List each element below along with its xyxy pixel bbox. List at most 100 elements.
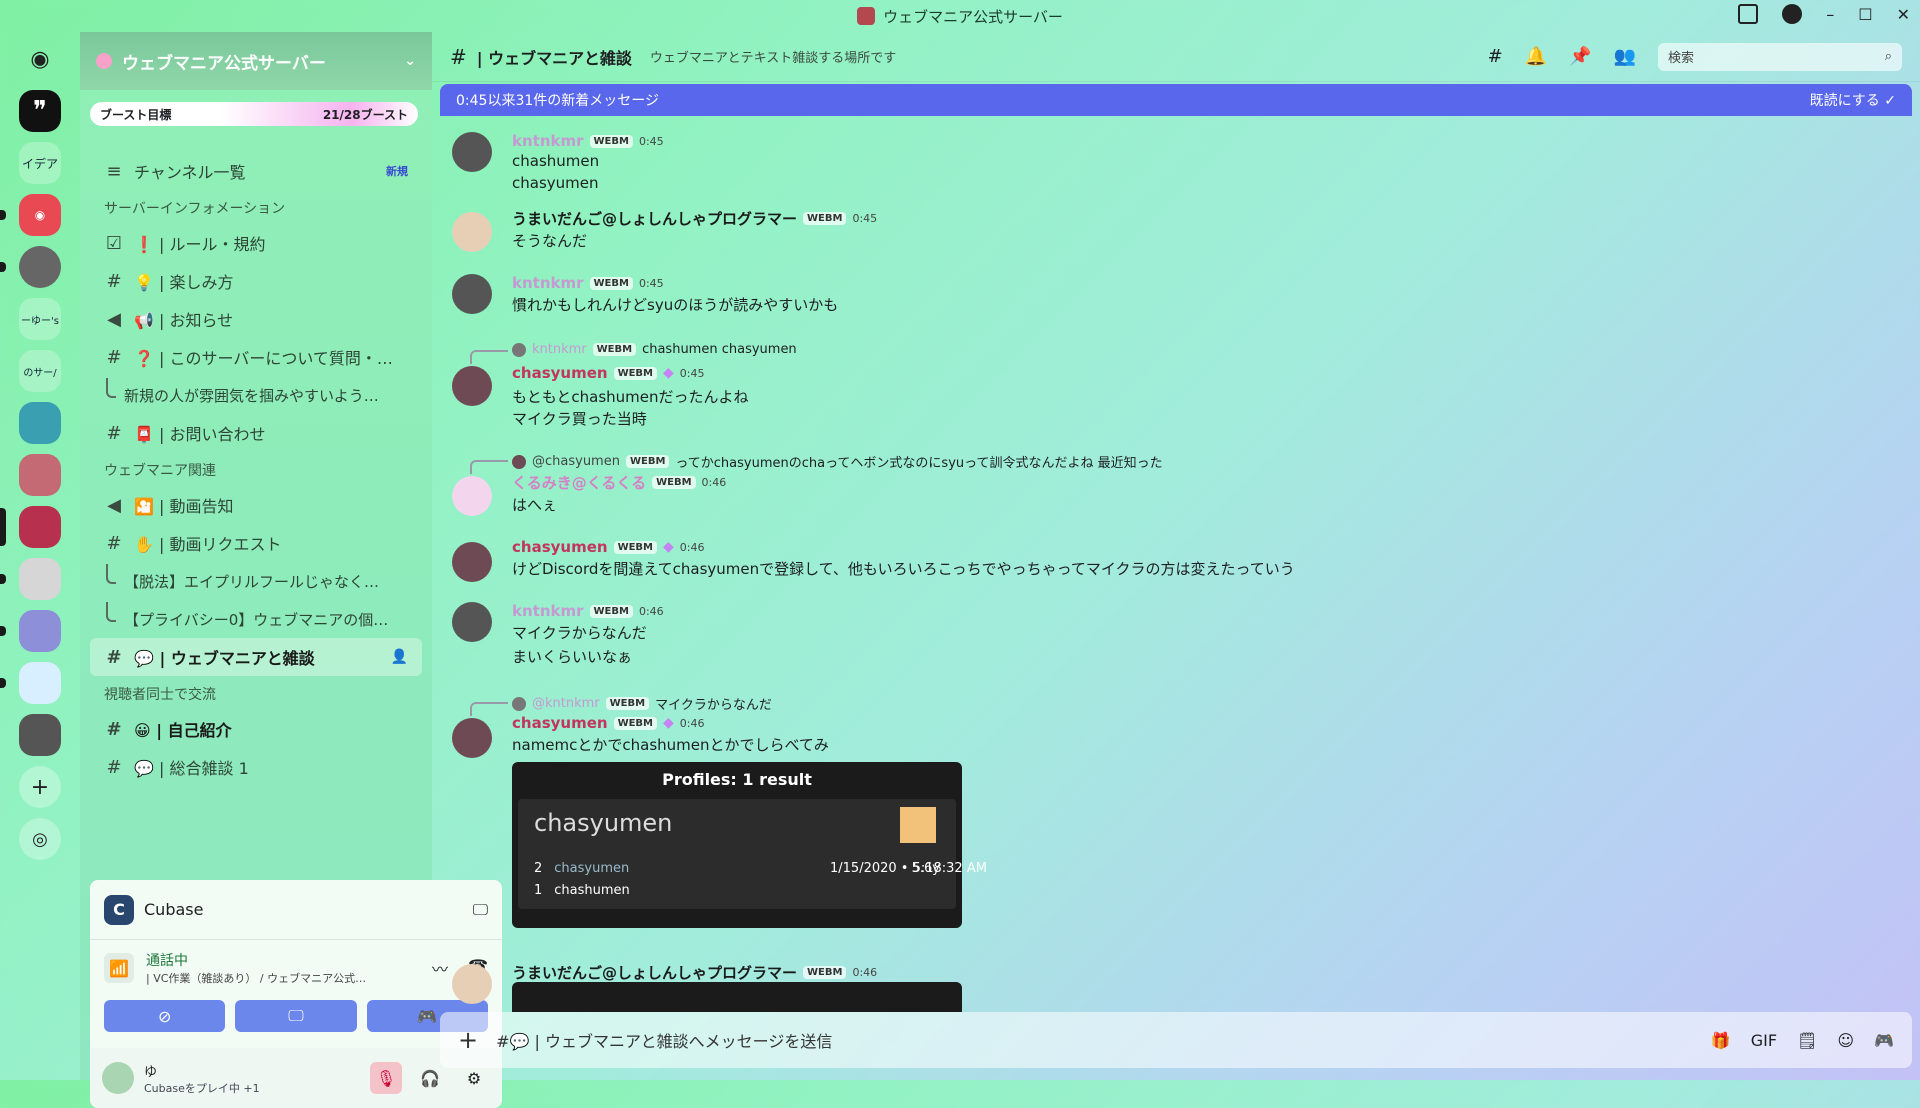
hash-icon: # [106,718,122,740]
category-viewers[interactable]: 視聴者同士で交流 [80,676,432,710]
server-header[interactable]: ウェブマニア公式サーバー ⌄ [80,32,432,90]
category-info[interactable]: サーバーインフォメーション [80,190,432,224]
thread-new[interactable]: 新規の人が雰囲気を掴みやすいよう… [80,376,432,414]
checkbox-icon: ☑ [105,232,123,254]
explore-icon[interactable]: ◎ [19,818,61,860]
guild-idea[interactable]: イデア [19,142,61,184]
reply-preview[interactable]: @chasyumen WEBM ってかchasyumenのchaってヘボン式なのにs… [512,452,1163,471]
profile-embed[interactable]: Profiles: 1 result chasyumen 2 chasyumen … [512,762,987,928]
avatar[interactable] [452,602,492,642]
guild-avatar-4[interactable] [0,558,61,600]
message-list: kntnkmr WEBM 0:45 chashumen chasyumen うまいだ… [432,124,1920,1044]
guild-avatar-7[interactable] [19,714,61,756]
guild-avatar-1[interactable] [0,246,61,288]
mark-read-button[interactable]: 既読にする ✓ [1810,90,1896,110]
add-member-icon[interactable]: 👤 [391,649,408,665]
channel-video[interactable]: ◀ 🎦 | 動画告知 [90,486,422,524]
members-icon[interactable]: 👥 [1614,46,1636,67]
message-composer: + #💬 | ウェブマニアと雑談へメッセージを送信 🎁 GIF 🗒 ☺ 🎮 [440,1012,1912,1068]
chat-area: # | ウェブマニアと雑談 ウェブマニアとテキスト雑談する場所です # 🔔 📌 … [432,32,1920,1080]
guild-avatar-3[interactable] [19,454,61,496]
channel-rules[interactable]: ☑ ❗ | ルール・規約 [90,224,422,262]
gem-icon: ◆ [663,539,674,555]
gem-icon: ◆ [663,715,674,731]
category-webmania[interactable]: ウェブマニア関連 [80,452,432,486]
help-icon[interactable]: ? [1782,4,1803,24]
avatar[interactable] [102,1062,134,1094]
new-messages-bar[interactable]: 0:45以来31件の新着メッセージ 既読にする ✓ [440,84,1912,116]
gift-icon[interactable]: 🎁 [1711,1031,1731,1050]
megaphone-icon: ◀ [107,494,121,516]
reply-preview[interactable]: @kntnkmr WEBM マイクラからなんだ [512,694,772,713]
hash-icon: # [106,422,122,444]
guild-yu[interactable]: ーゆー's [19,298,61,340]
signal-icon[interactable]: 📶 [104,953,134,983]
search-input[interactable]: 検索 ⌕ [1658,42,1902,71]
mute-mic-icon[interactable]: 🎙 [370,1062,402,1094]
add-server-icon[interactable]: + [19,766,61,808]
guild-webmania[interactable] [0,506,61,548]
bell-icon[interactable]: 🔔 [1525,46,1547,67]
hash-icon: # [106,532,122,554]
camera-off-button[interactable]: ⊘ [104,1000,226,1032]
hash-icon: # [106,756,122,778]
sticker-icon[interactable]: 🗒 [1797,1031,1817,1050]
guild-quote-icon[interactable]: ❞ [19,90,61,132]
screen-share-button[interactable]: 🖵 [235,1000,357,1032]
guild-server[interactable]: のサー/ [19,350,61,392]
list-icon: ≡ [106,160,122,182]
message-input[interactable]: #💬 | ウェブマニアと雑談へメッセージを送信 [496,1028,832,1052]
avatar[interactable] [452,132,492,172]
hash-icon: # [450,44,467,69]
maximize-button[interactable]: ☐ [1858,5,1872,24]
profile-card: chasyumen 2 chasyumen 1/15/2020 • 5:18:32… [518,799,987,909]
channel-news[interactable]: ◀ 📢 | お知らせ [90,300,422,338]
chevron-down-icon: ⌄ [404,53,416,69]
channel-intro[interactable]: # 😀 | 自己紹介 [90,710,422,748]
channel-request[interactable]: # ✋ | 動画リクエスト [90,524,422,562]
avatar[interactable] [452,274,492,314]
minecraft-face-icon [900,807,936,843]
thread-privacy[interactable]: 【プライバシー0】ウェブマニアの個… [80,600,432,638]
home-discord-icon[interactable]: ◉ [19,38,61,80]
cubase-icon: C [104,894,134,925]
search-icon: ⌕ [1884,49,1892,64]
pin-icon[interactable]: 📌 [1569,46,1591,67]
channel-general[interactable]: # 💬 | 総合雑談 1 [90,748,422,786]
channel-sidebar: ウェブマニア公式サーバー ⌄ ブースト目標 21/28ブースト ≡ チャンネル一覧… [80,32,502,1108]
reply-preview[interactable]: kntnkmr WEBM chashumen chasyumen [512,342,797,357]
gif-button[interactable]: GIF [1751,1031,1777,1050]
avatar[interactable] [452,964,492,1004]
boost-goal[interactable]: ブースト目標 21/28ブースト [90,102,418,126]
channel-fun[interactable]: # 💡 | 楽しみ方 [90,262,422,300]
minimize-button[interactable]: – [1826,5,1834,24]
thread-april[interactable]: 【脱法】エイプリルフールじゃなく… [80,562,432,600]
hash-icon: # [106,346,122,368]
guild-avatar-6[interactable] [0,662,61,704]
threads-icon[interactable]: # [1488,46,1503,67]
server-home-icon [96,53,112,69]
avatar[interactable] [452,718,492,758]
guild-avatar-5[interactable] [0,610,61,652]
guild-discord-red-icon[interactable]: ◉ [0,194,61,236]
inbox-icon[interactable] [1738,4,1759,24]
avatar[interactable] [452,212,492,252]
server-icon [857,7,876,25]
game-icon[interactable]: 🎮 [1874,1031,1894,1050]
avatar[interactable] [452,542,492,582]
channel-browser[interactable]: ≡ チャンネル一覧 新規 [90,152,422,190]
embed-preview[interactable] [512,982,962,1012]
close-button[interactable]: ✕ [1897,5,1910,24]
channel-question[interactable]: # ❓ | このサーバーについて質問・… [90,338,422,376]
plus-icon[interactable]: + [458,1026,478,1054]
channel-chat[interactable]: # 💬 | ウェブマニアと雑談 👤 [90,638,422,676]
emoji-icon[interactable]: ☺ [1837,1031,1854,1050]
title-bar: ウェブマニア公式サーバー ? – ☐ ✕ [0,0,1920,32]
guild-avatar-2[interactable] [19,402,61,444]
channel-header: # | ウェブマニアと雑談 ウェブマニアとテキスト雑談する場所です # 🔔 📌 … [432,32,1920,82]
avatar[interactable] [452,366,492,406]
avatar[interactable] [452,476,492,516]
avatar [512,342,526,357]
gem-icon: ◆ [663,365,674,381]
channel-contact[interactable]: # 📮 | お問い合わせ [90,414,422,452]
